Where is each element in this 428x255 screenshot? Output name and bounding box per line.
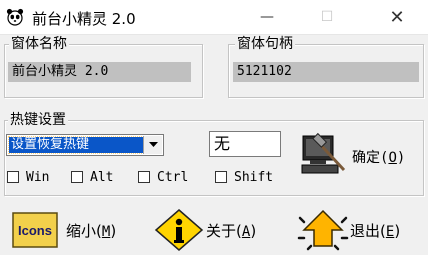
icons-badge-text: Icons: [18, 223, 52, 238]
shrink-label: 缩小(M): [66, 221, 117, 240]
window-title: 前台小精灵 2.0: [32, 10, 136, 28]
window-name-field: 前台小精灵 2.0: [8, 62, 191, 82]
ctrl-modifier-checkbox[interactable]: Ctrl: [138, 168, 188, 186]
checkbox-box[interactable]: [71, 171, 83, 183]
exit-button[interactable]: 退出(E): [296, 208, 400, 252]
close-icon: ✕: [389, 6, 405, 28]
window-handle-legend: 窗体句柄: [235, 36, 295, 52]
about-label: 关于(A): [206, 221, 257, 240]
maximize-window-button[interactable]: ☐: [304, 0, 350, 34]
checkbox-label: Alt: [90, 169, 114, 185]
panda-icon: [6, 8, 24, 26]
checkbox-label: Win: [26, 169, 50, 185]
computer-hammer-icon: [301, 132, 346, 174]
confirm-label: 确定(O): [352, 150, 406, 166]
hotkey-key-input[interactable]: 无: [209, 131, 281, 157]
close-window-button[interactable]: ✕: [374, 0, 420, 34]
shrink-button[interactable]: Icons 缩小(M): [12, 208, 116, 252]
maximize-icon: ☐: [320, 9, 334, 25]
info-icon: [154, 209, 204, 251]
about-button[interactable]: 关于(A): [152, 208, 256, 252]
checkbox-box[interactable]: [138, 171, 150, 183]
checkbox-label: Shift: [234, 169, 274, 185]
dropdown-button[interactable]: [143, 136, 162, 154]
exit-arrow-icon: [297, 209, 349, 251]
minimize-icon: —: [260, 9, 274, 25]
hotkey-action-value: 设置恢复热键: [8, 136, 144, 154]
minimize-window-button[interactable]: —: [244, 0, 290, 34]
exit-label: 退出(E): [350, 221, 401, 240]
chevron-down-icon: [148, 142, 158, 147]
icons-badge-icon: Icons: [12, 212, 58, 248]
checkbox-box[interactable]: [215, 171, 227, 183]
window-handle-field: 5121102: [233, 62, 419, 82]
title-bar: 前台小精灵 2.0 — ☐ ✕: [0, 0, 428, 35]
shift-modifier-checkbox[interactable]: Shift: [215, 168, 273, 186]
checkbox-box[interactable]: [7, 171, 19, 183]
confirm-button[interactable]: 确定(O): [300, 132, 405, 182]
hotkey-settings-legend: 热键设置: [8, 112, 68, 128]
checkbox-label: Ctrl: [157, 169, 189, 185]
win-modifier-checkbox[interactable]: Win: [7, 168, 49, 186]
window-name-legend: 窗体名称: [9, 36, 69, 52]
alt-modifier-checkbox[interactable]: Alt: [71, 168, 113, 186]
hotkey-action-select[interactable]: 设置恢复热键: [6, 134, 164, 156]
